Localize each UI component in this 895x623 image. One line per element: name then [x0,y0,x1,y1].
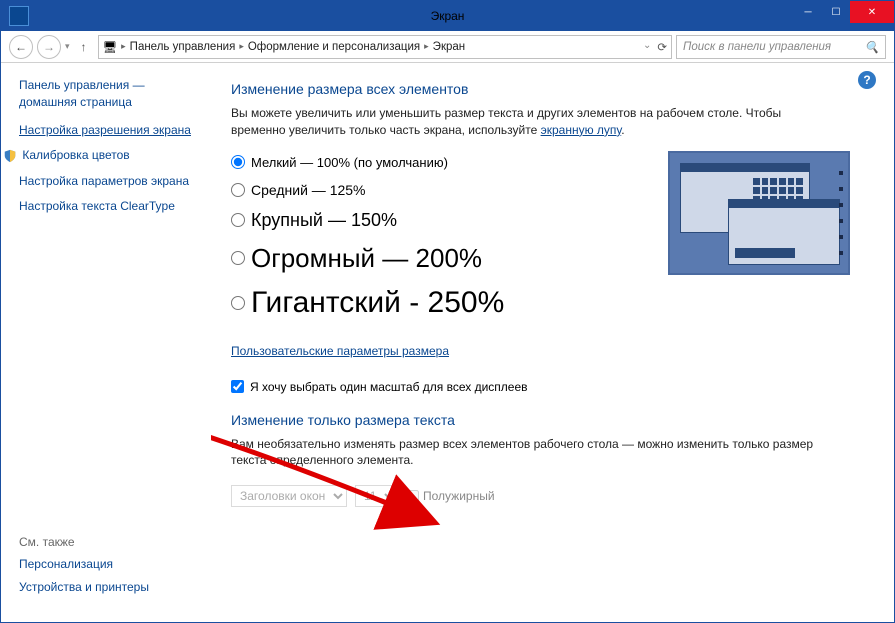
sidebar-link-display-params[interactable]: Настройка параметров экрана [19,174,203,190]
custom-size-link[interactable]: Пользовательские параметры размера [231,344,449,358]
main-content: ? Изменение размера всех элементов Вы мо… [211,63,894,622]
same-scale-checkbox-row[interactable]: Я хочу выбрать один масштаб для всех дис… [231,380,870,394]
scale-radio-125[interactable] [231,183,245,197]
breadcrumb[interactable]: Оформление и персонализация [248,41,420,53]
see-also-personalization[interactable]: Персонализация [19,557,149,573]
scale-label: Мелкий — 100% (по умолчанию) [251,155,448,170]
text-size-section: Изменение только размера текста Вам необ… [231,412,870,508]
bold-checkbox[interactable] [406,490,419,503]
see-also-devices[interactable]: Устройства и принтеры [19,580,149,596]
minimize-button[interactable]: ─ [794,1,822,23]
size-options: Мелкий — 100% (по умолчанию) Средний — 1… [231,155,870,320]
dropdown-icon[interactable]: ⌄ [643,40,651,54]
scale-radio-200[interactable] [231,251,245,265]
magnifier-link[interactable]: экранную лупу [541,123,622,137]
same-scale-label: Я хочу выбрать один масштаб для всех дис… [250,380,528,394]
title-bar: Экран ─ ☐ ✕ [1,1,894,31]
element-select[interactable]: Заголовки окон [231,485,347,507]
same-scale-checkbox[interactable] [231,380,244,393]
navigation-toolbar: ← → ▾ ↑ 🖥 ▸ Панель управления ▸ Оформлен… [1,31,894,63]
sidebar-link-resolution[interactable]: Настройка разрешения экрана [19,123,203,139]
sidebar-home-link[interactable]: Панель управления —домашняя страница [19,77,203,111]
sidebar: Панель управления —домашняя страница Нас… [1,63,211,622]
scale-option-250[interactable]: Гигантский - 250% [231,286,870,320]
see-also-header: См. также [19,535,149,549]
scale-label: Средний — 125% [251,182,366,198]
see-also-section: См. также Персонализация Устройства и пр… [19,535,149,604]
address-bar[interactable]: 🖥 ▸ Панель управления ▸ Оформление и пер… [98,35,672,59]
text-size-desc: Вам необязательно изменять размер всех э… [231,436,831,470]
scale-radio-150[interactable] [231,213,245,227]
search-placeholder: Поиск в панели управления [683,41,831,53]
display-preview-illustration [668,151,850,275]
search-input[interactable]: Поиск в панели управления 🔍 [676,35,886,59]
sidebar-link-calibration[interactable]: Калибровка цветов [19,148,203,164]
chevron-right-icon: ▸ [121,41,126,52]
scale-label: Гигантский - 250% [251,286,504,320]
page-description: Вы можете увеличить или уменьшить размер… [231,105,831,139]
scale-radio-100[interactable] [231,155,245,169]
forward-button[interactable]: → [37,35,61,59]
sidebar-link-cleartype[interactable]: Настройка текста ClearType [19,199,203,215]
help-icon[interactable]: ? [858,71,876,89]
maximize-button[interactable]: ☐ [822,1,850,23]
page-heading: Изменение размера всех элементов [231,81,870,97]
chevron-right-icon: ▸ [239,41,244,52]
fontsize-select[interactable]: 11 [355,485,398,507]
text-size-heading: Изменение только размера текста [231,412,870,428]
shield-icon [3,149,17,163]
monitor-icon: 🖥 [103,40,118,54]
back-button[interactable]: ← [9,35,33,59]
app-icon [9,6,29,26]
window-title: Экран [431,9,465,23]
bold-checkbox-row[interactable]: Полужирный [406,489,495,503]
text-size-controls: Заголовки окон 11 Полужирный [231,485,870,507]
scale-label: Огромный — 200% [251,243,482,274]
search-icon: 🔍 [865,40,879,54]
breadcrumb[interactable]: Экран [433,41,465,53]
scale-radio-250[interactable] [231,296,245,310]
up-button[interactable]: ↑ [74,37,94,57]
chevron-right-icon: ▸ [424,41,429,52]
refresh-icon[interactable]: ⟳ [657,40,667,54]
bold-label: Полужирный [423,489,495,503]
breadcrumb[interactable]: Панель управления [130,41,236,53]
close-button[interactable]: ✕ [850,1,894,23]
window-controls: ─ ☐ ✕ [794,1,894,31]
scale-label: Крупный — 150% [251,210,397,231]
